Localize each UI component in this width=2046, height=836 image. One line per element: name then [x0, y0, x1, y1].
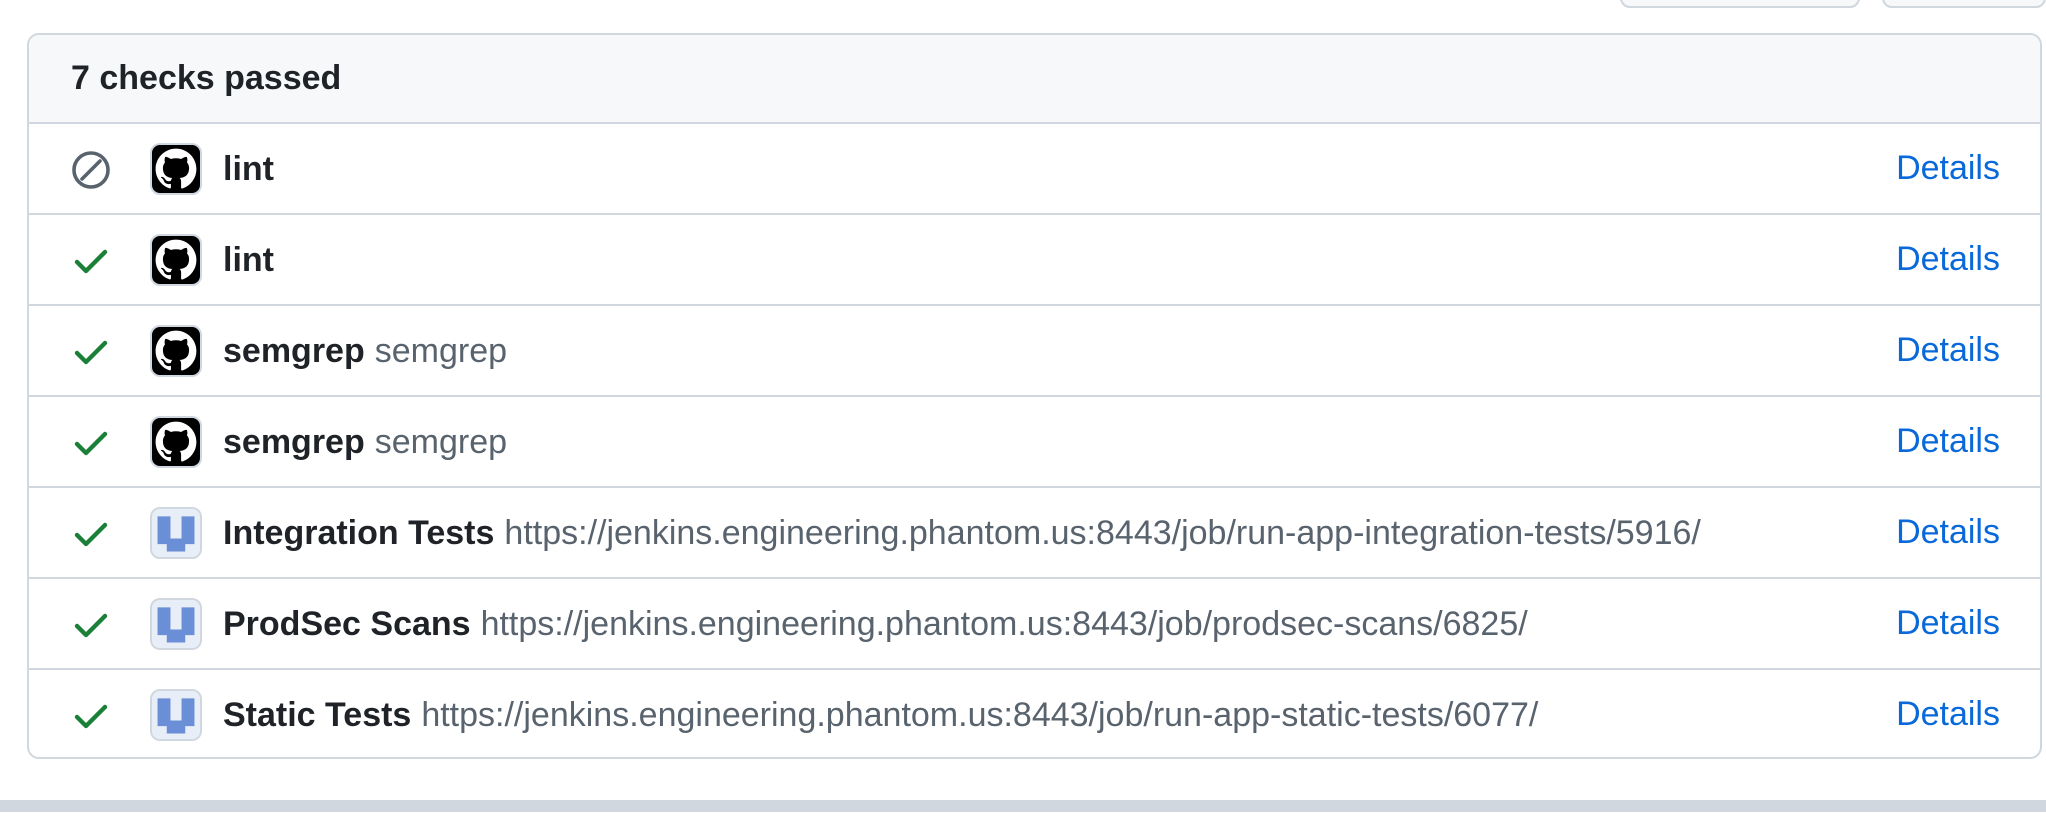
check-row: Static Tests https://jenkins.engineering.…	[29, 670, 2040, 757]
check-icon	[69, 512, 113, 556]
check-text: Integration Tests https://jenkins.enginee…	[223, 488, 1701, 577]
top-button-1[interactable]	[1620, 0, 1860, 8]
check-name: semgrep	[223, 331, 365, 370]
check-name: Static Tests	[223, 695, 412, 734]
check-icon	[69, 603, 113, 647]
check-row: Integration Tests https://jenkins.enginee…	[29, 488, 2040, 579]
check-description: https://jenkins.engineering.phantom.us:8…	[421, 695, 1539, 734]
details-link[interactable]: Details	[1896, 488, 2000, 577]
check-row: semgrep semgrep Details	[29, 306, 2040, 397]
check-text: ProdSec Scans https://jenkins.engineering…	[223, 579, 1528, 668]
github-icon	[150, 143, 202, 195]
check-icon	[69, 421, 113, 465]
top-button-2[interactable]	[1882, 0, 2046, 8]
github-icon	[150, 325, 202, 377]
check-name: lint	[223, 149, 274, 188]
details-link[interactable]: Details	[1896, 579, 2000, 668]
details-link[interactable]: Details	[1896, 670, 2000, 757]
checks-list: lint Details lint Details semgrep semgrep Deta…	[29, 124, 2040, 757]
check-text: semgrep semgrep	[223, 306, 507, 395]
checks-panel-header: 7 checks passed	[29, 35, 2040, 124]
github-icon	[150, 234, 202, 286]
check-row: semgrep semgrep Details	[29, 397, 2040, 488]
details-link[interactable]: Details	[1896, 215, 2000, 304]
details-link[interactable]: Details	[1896, 397, 2000, 486]
check-description: https://jenkins.engineering.phantom.us:8…	[504, 513, 1701, 552]
bottom-divider	[0, 800, 2046, 812]
check-name: Integration Tests	[223, 513, 495, 552]
check-row: lint Details	[29, 215, 2040, 306]
details-link[interactable]: Details	[1896, 124, 2000, 213]
check-icon	[69, 239, 113, 283]
check-icon	[69, 694, 113, 738]
details-link[interactable]: Details	[1896, 306, 2000, 395]
check-text: semgrep semgrep	[223, 397, 507, 486]
check-text: lint	[223, 124, 284, 213]
check-icon	[69, 330, 113, 374]
check-row: lint Details	[29, 124, 2040, 215]
check-text: lint	[223, 215, 284, 304]
check-name: ProdSec Scans	[223, 604, 471, 643]
skip-icon	[69, 148, 113, 192]
check-row: ProdSec Scans https://jenkins.engineering…	[29, 579, 2040, 670]
check-name: lint	[223, 240, 274, 279]
github-icon	[150, 416, 202, 468]
top-action-buttons	[1620, 0, 2046, 8]
check-name: semgrep	[223, 422, 365, 461]
checks-summary-title: 7 checks passed	[71, 59, 342, 97]
jenkins-icon	[150, 507, 202, 559]
check-description: https://jenkins.engineering.phantom.us:8…	[480, 604, 1528, 643]
check-text: Static Tests https://jenkins.engineering.…	[223, 670, 1539, 757]
check-description: semgrep	[374, 422, 508, 461]
jenkins-icon	[150, 598, 202, 650]
checks-panel: 7 checks passed lint Details lint Details se…	[27, 33, 2042, 759]
check-description: semgrep	[374, 331, 508, 370]
jenkins-icon	[150, 689, 202, 741]
